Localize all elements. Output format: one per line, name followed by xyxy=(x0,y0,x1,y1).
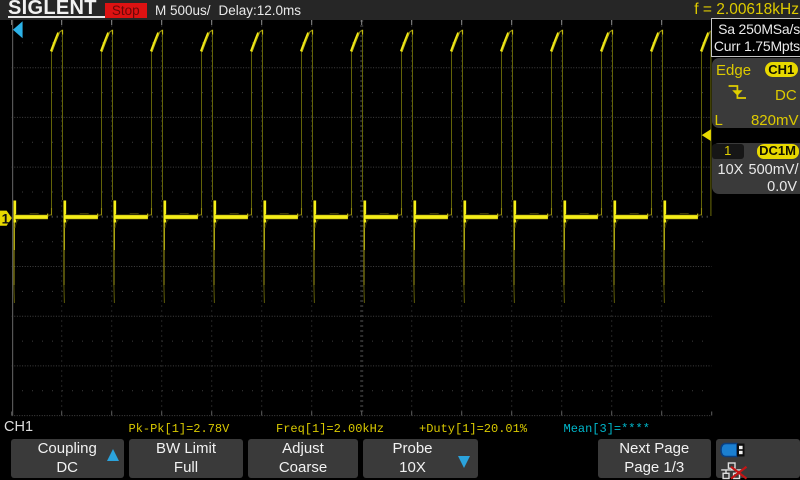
svg-text:1: 1 xyxy=(2,212,10,227)
